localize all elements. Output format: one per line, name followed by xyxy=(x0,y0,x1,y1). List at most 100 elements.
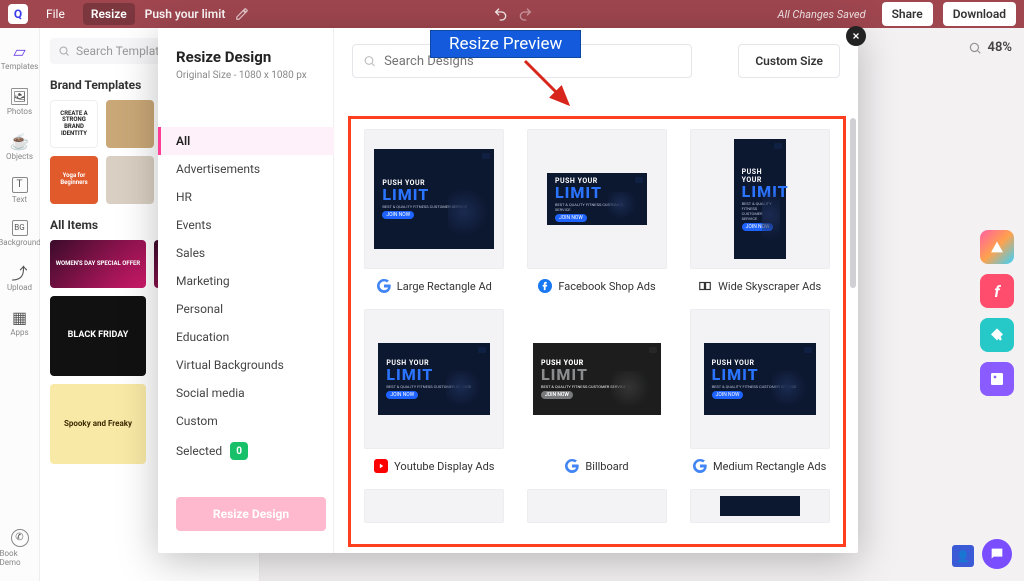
modal-subtitle: Original Size - 1080 x 1080 px xyxy=(176,70,333,81)
modal-content: Custom Size PUSH YOURLIMITBEST & QUALITY… xyxy=(334,28,858,553)
cat-virtual-bg[interactable]: Virtual Backgrounds xyxy=(176,351,333,379)
tool-effects[interactable]: f xyxy=(980,274,1014,308)
search-icon xyxy=(363,54,376,68)
custom-size-button[interactable]: Custom Size xyxy=(738,44,840,78)
preview-caption: Medium Rectangle Ads xyxy=(693,459,826,473)
preview-caption: Wide Skyscraper Ads xyxy=(698,279,821,293)
menu-resize[interactable]: Resize xyxy=(83,3,135,25)
selected-row[interactable]: Selected 0 xyxy=(176,435,333,467)
brand-thumb-1[interactable]: CREATE A STRONG BRAND IDENTITY xyxy=(50,100,98,148)
tool-palette[interactable] xyxy=(980,230,1014,264)
objects-icon: ☕ xyxy=(11,132,29,150)
redo-icon[interactable] xyxy=(517,6,533,22)
cat-custom[interactable]: Custom xyxy=(176,407,333,435)
undo-icon[interactable] xyxy=(493,6,509,22)
cat-marketing[interactable]: Marketing xyxy=(176,267,333,295)
preview-card[interactable]: PUSH YOURLIMITBEST & QUALITY FITNESS CUS… xyxy=(363,129,506,293)
preview-grid: PUSH YOURLIMITBEST & QUALITY FITNESS CUS… xyxy=(363,129,831,473)
modal-sidebar: Resize Design Original Size - 1080 x 108… xyxy=(158,28,334,553)
preview-caption: Youtube Display Ads xyxy=(374,459,494,473)
preview-card[interactable]: PUSH YOURLIMITBEST & QUALITY FITNESS CUS… xyxy=(526,129,669,293)
design-title[interactable]: Push your limit xyxy=(145,7,226,21)
cat-events[interactable]: Events xyxy=(176,211,333,239)
preview-card-peek[interactable] xyxy=(363,489,506,523)
text-icon: T xyxy=(12,177,28,193)
rail-book-demo[interactable]: ✆Book Demo xyxy=(0,523,40,573)
annotation-label: Resize Preview xyxy=(430,30,581,58)
zoom-icon xyxy=(968,41,982,55)
preview-card[interactable]: PUSH YOURLIMITBEST & QUALITY FITNESS CUS… xyxy=(688,309,831,473)
chat-icon xyxy=(989,546,1005,562)
templates-icon: ▱ xyxy=(11,42,29,60)
preview-frame: PUSH YOURLIMITBEST & QUALITY FITNESS CUS… xyxy=(690,309,830,449)
preview-card[interactable]: PUSH YOURLIMITBEST & QUALITY FITNESS CUS… xyxy=(363,309,506,473)
preview-frame: PUSH YOURLIMITBEST & QUALITY FITNESS CUS… xyxy=(527,309,667,449)
close-button[interactable] xyxy=(846,26,866,46)
cat-education[interactable]: Education xyxy=(176,323,333,351)
share-button[interactable]: Share xyxy=(882,2,933,26)
preview-card[interactable]: PUSH YOURLIMITBEST & QUALITY FITNESS CUS… xyxy=(526,309,669,473)
cat-hr[interactable]: HR xyxy=(176,183,333,211)
bucket-icon xyxy=(989,327,1005,343)
preview-card-peek[interactable] xyxy=(526,489,669,523)
brand-thumb-4[interactable]: Yoga for Beginners xyxy=(50,156,98,204)
preview-frame: PUSH YOURLIMITBEST & QUALITY FITNESS CUS… xyxy=(527,129,667,269)
cat-personal[interactable]: Personal xyxy=(176,295,333,323)
tool-color[interactable] xyxy=(980,318,1014,352)
zoom-value: 48% xyxy=(988,40,1012,55)
brand-thumb-2[interactable] xyxy=(106,100,154,148)
preview-frame: PUSH YOURLIMITBEST & QUALITY FITNESS CUS… xyxy=(364,309,504,449)
download-button[interactable]: Download xyxy=(943,2,1016,26)
chat-button[interactable] xyxy=(982,539,1012,569)
rail-background[interactable]: BGBackground xyxy=(0,214,40,253)
selected-count-badge: 0 xyxy=(230,442,248,460)
preview-frame: PUSH YOURLIMITBEST & QUALITY FITNESS CUS… xyxy=(364,129,504,269)
selected-label: Selected xyxy=(176,444,222,458)
app-logo[interactable]: Q xyxy=(8,4,28,24)
left-rail: ▱Templates 🖼Photos ☕Objects TText BGBack… xyxy=(0,28,40,581)
all-thumb-2[interactable]: BLACK FRIDAY xyxy=(50,296,146,376)
background-icon: BG xyxy=(12,220,28,236)
palette-icon xyxy=(989,239,1005,255)
rail-objects[interactable]: ☕Objects xyxy=(0,126,40,167)
menu-file[interactable]: File xyxy=(38,3,73,25)
presence-avatar[interactable]: 👤 xyxy=(952,545,974,567)
topbar: Q File Resize Push your limit All Change… xyxy=(0,0,1024,28)
right-tools: f xyxy=(980,230,1014,396)
preview-card[interactable]: PUSH YOURLIMITBEST & QUALITY FITNESS CUS… xyxy=(688,129,831,293)
preview-caption: Billboard xyxy=(565,459,628,473)
preview-card-peek[interactable] xyxy=(688,489,831,523)
cat-ads[interactable]: Advertisements xyxy=(176,155,333,183)
preview-grid-next xyxy=(363,489,831,523)
rail-apps[interactable]: ▦Apps xyxy=(0,302,40,343)
upload-icon: ⤴ xyxy=(11,263,29,281)
edit-icon[interactable] xyxy=(235,7,249,21)
all-thumb-3-text: Spooky and Freaky xyxy=(64,420,132,429)
all-thumb-3[interactable]: Spooky and Freaky xyxy=(50,384,146,464)
cat-all[interactable]: All xyxy=(158,127,334,155)
rail-upload[interactable]: ⤴Upload xyxy=(0,257,40,298)
brand-thumb-5[interactable] xyxy=(106,156,154,204)
phone-icon: ✆ xyxy=(11,529,29,547)
annotation-arrow-icon xyxy=(520,56,580,116)
all-thumb-1-text: WOMEN'S DAY SPECIAL OFFER xyxy=(56,261,140,268)
rail-templates[interactable]: ▱Templates xyxy=(0,36,40,77)
rail-text[interactable]: TText xyxy=(0,171,40,210)
modal-title: Resize Design xyxy=(176,48,333,66)
scrollbar[interactable] xyxy=(850,118,856,288)
cat-sales[interactable]: Sales xyxy=(176,239,333,267)
resize-design-button[interactable]: Resize Design xyxy=(176,497,326,531)
rail-photos[interactable]: 🖼Photos xyxy=(0,81,40,122)
apps-icon: ▦ xyxy=(11,308,29,326)
close-icon xyxy=(851,31,861,41)
tool-image[interactable] xyxy=(980,362,1014,396)
preview-caption: Large Rectangle Ad xyxy=(377,279,492,293)
cat-social[interactable]: Social media xyxy=(176,379,333,407)
preview-grid-area: PUSH YOURLIMITBEST & QUALITY FITNESS CUS… xyxy=(348,116,846,547)
preview-caption: Facebook Shop Ads xyxy=(538,279,655,293)
zoom-control[interactable]: 48% xyxy=(968,40,1012,55)
all-thumb-2-text: BLACK FRIDAY xyxy=(68,331,129,341)
photos-icon: 🖼 xyxy=(11,87,29,105)
resize-modal: Resize Design Original Size - 1080 x 108… xyxy=(158,28,858,553)
all-thumb-1[interactable]: WOMEN'S DAY SPECIAL OFFER xyxy=(50,240,146,288)
